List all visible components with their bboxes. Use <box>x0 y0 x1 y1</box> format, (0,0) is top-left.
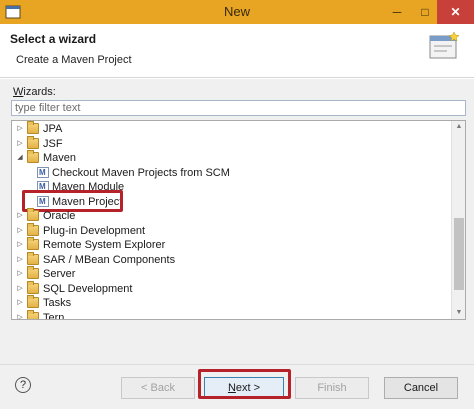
tree-item[interactable]: ▷ Remote System Explorer <box>12 237 452 252</box>
cancel-button[interactable]: Cancel <box>384 377 458 399</box>
expand-arrow-icon[interactable]: ▷ <box>16 137 24 151</box>
tree-item-label: Oracle <box>43 210 76 222</box>
folder-icon <box>27 266 39 279</box>
next-highlight-box <box>198 369 291 399</box>
tree-item-label: Maven <box>43 152 77 164</box>
tree-item[interactable]: ▷ SQL Development <box>12 280 452 296</box>
tree-item-label: SQL Development <box>43 282 133 295</box>
expand-arrow-icon[interactable]: ▷ <box>16 267 24 281</box>
wizards-label-mnemonic: W <box>13 86 24 98</box>
scrollbar-thumb[interactable] <box>454 218 464 290</box>
close-button[interactable]: ✕ <box>437 0 474 24</box>
page-description: Create a Maven Project <box>16 54 132 66</box>
scroll-down-icon[interactable]: ▼ <box>452 307 465 319</box>
expand-arrow-icon[interactable]: ▷ <box>16 209 24 223</box>
folder-icon <box>27 280 39 294</box>
maximize-button[interactable]: □ <box>411 0 439 24</box>
collapse-arrow-icon[interactable]: ◢ <box>16 151 24 165</box>
filter-input[interactable] <box>11 100 466 116</box>
tree-item[interactable]: ▷ SAR / MBean Components <box>12 251 452 267</box>
expand-arrow-icon[interactable]: ▷ <box>16 224 24 238</box>
wizard-header: Select a wizard Create a Maven Project <box>0 24 474 78</box>
expand-arrow-icon[interactable]: ▷ <box>16 122 24 136</box>
minimize-button[interactable]: ─ <box>383 0 411 24</box>
expand-arrow-icon[interactable]: ▷ <box>16 282 24 296</box>
tree-item[interactable]: ▷ Plug-in Development <box>12 222 452 238</box>
tree-item[interactable]: ▷ JSF <box>12 135 452 151</box>
expand-arrow-icon[interactable]: ▷ <box>16 311 24 320</box>
folder-icon <box>27 135 39 149</box>
back-button[interactable]: < Back <box>121 377 195 399</box>
folder-icon <box>27 295 39 308</box>
tree-item-label: Remote System Explorer <box>43 239 166 251</box>
tree-item[interactable]: ◢ Maven <box>12 150 452 165</box>
tree-item[interactable]: ▷ Tern <box>12 309 452 320</box>
folder-icon <box>27 208 39 221</box>
tree-item-label: Plug-in Development <box>43 224 146 237</box>
new-wizard-icon <box>429 31 460 59</box>
page-title: Select a wizard <box>10 32 97 46</box>
expand-arrow-icon[interactable]: ▷ <box>16 253 24 267</box>
scroll-up-icon[interactable]: ▲ <box>452 121 465 133</box>
tree-item-label: SAR / MBean Components <box>43 253 176 266</box>
tree-item[interactable]: ▷ Oracle <box>12 208 452 223</box>
title-bar: New ─ □ ✕ <box>0 0 474 24</box>
tree-item-label: Tern <box>43 311 65 320</box>
maven-wizard-icon <box>37 166 49 180</box>
folder-icon <box>27 309 39 319</box>
folder-icon <box>27 237 39 250</box>
tree-item[interactable]: ▷ Server <box>12 266 452 281</box>
help-icon[interactable]: ? <box>15 377 31 393</box>
tree-item-label: Checkout Maven Projects from SCM <box>52 166 230 179</box>
tree-item-label: JPA <box>43 123 63 135</box>
expand-arrow-icon[interactable]: ▷ <box>16 238 24 252</box>
tree-item-label: Server <box>43 268 76 280</box>
wizard-tree[interactable]: ▲ ▼ ▷ JPA ▷ JSF ◢ Maven Checkout Maven Project… <box>11 120 466 320</box>
tree-item[interactable]: ▷ JPA <box>12 121 452 136</box>
tree-item[interactable]: Checkout Maven Projects from SCM <box>12 166 452 180</box>
folder-icon <box>27 121 39 134</box>
tree-item-label: JSF <box>43 137 63 150</box>
folder-icon <box>27 150 39 163</box>
tree-item[interactable]: ▷ Tasks <box>12 295 452 310</box>
finish-button[interactable]: Finish <box>295 377 369 399</box>
folder-icon <box>27 222 39 236</box>
wizard-body: Wizards: ▲ ▼ ▷ JPA ▷ JSF ◢ Maven Checkout Mave… <box>0 79 474 364</box>
wizards-label: Wizards: <box>13 86 56 98</box>
folder-icon <box>27 251 39 265</box>
expand-arrow-icon[interactable]: ▷ <box>16 296 24 310</box>
wizards-label-text: izards: <box>23 86 56 98</box>
tree-item-label: Tasks <box>43 297 72 309</box>
vertical-scrollbar[interactable]: ▲ ▼ <box>451 121 465 319</box>
